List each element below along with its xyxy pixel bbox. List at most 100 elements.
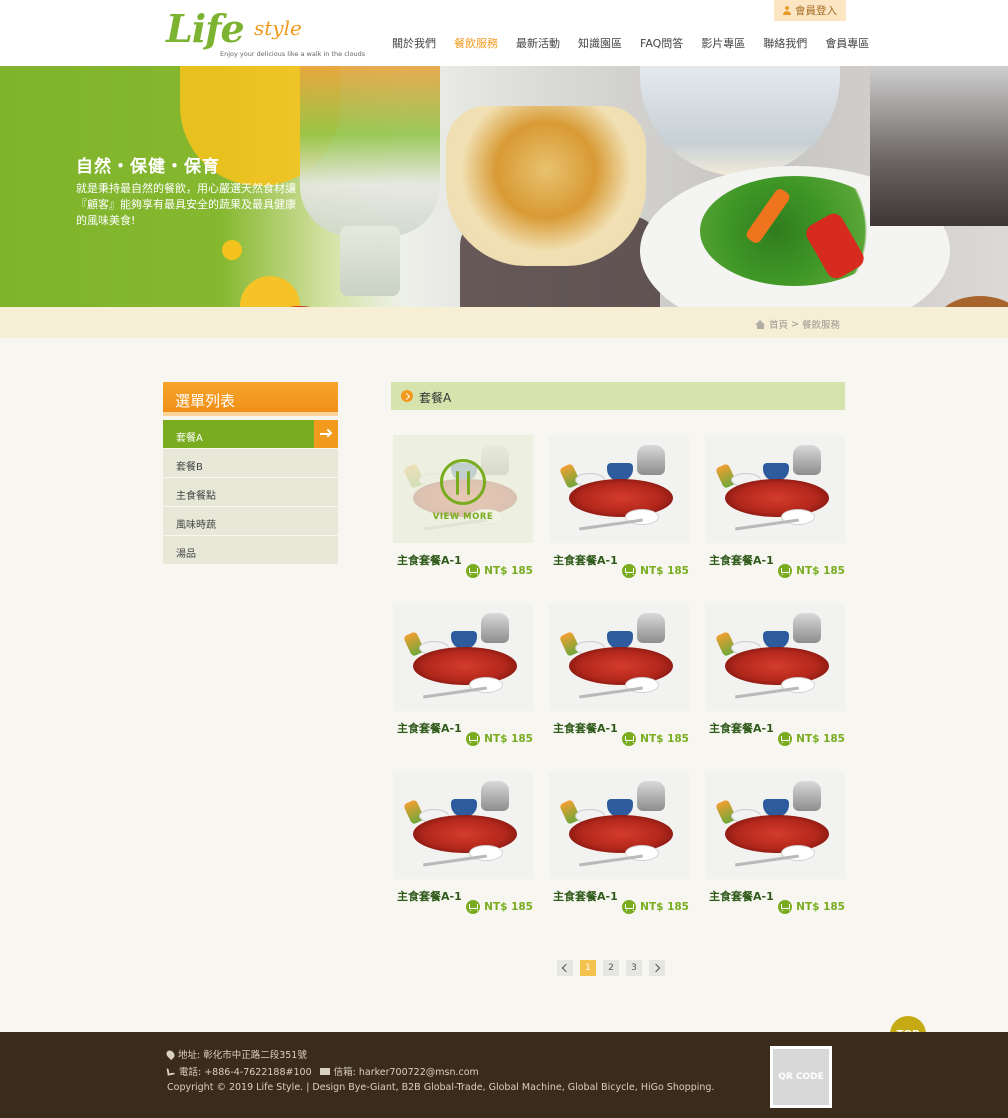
product-image[interactable] <box>393 603 533 711</box>
food-tray <box>413 647 517 685</box>
sidebar-item-set-b[interactable]: 套餐B <box>163 449 338 477</box>
banner-title: 自然・保健・保育 <box>76 157 220 177</box>
product-price: NT$ 185 <box>778 900 845 914</box>
sidebar-title: 選單列表 <box>163 382 338 416</box>
sidebar-item-main-dishes[interactable]: 主食餐點 <box>163 478 338 506</box>
cart-icon[interactable] <box>466 900 481 914</box>
product-name[interactable]: 主食套餐A-1 <box>553 888 618 904</box>
food-teapot <box>793 781 821 811</box>
product-image[interactable] <box>549 435 689 543</box>
nav-item-video[interactable]: 影片專區 <box>701 35 745 51</box>
food-cutlery <box>735 686 799 699</box>
product-card[interactable]: 主食套餐A-1 NT$ 185 <box>549 435 689 585</box>
product-card[interactable]: VIEW MORE 主食套餐A-1 NT$ 185 <box>393 435 533 585</box>
qr-code-placeholder: QR CODE <box>773 1049 829 1105</box>
product-image[interactable] <box>549 771 689 879</box>
product-price-value: NT$ 185 <box>796 733 845 745</box>
cart-icon[interactable] <box>466 564 481 578</box>
breadcrumb-bar: 首頁 > 餐飲服務 <box>0 307 1008 338</box>
product-image[interactable] <box>705 771 845 879</box>
product-name[interactable]: 主食套餐A-1 <box>553 552 618 568</box>
cart-icon[interactable] <box>778 900 793 914</box>
sidebar-item-vegetables[interactable]: 風味時蔬 <box>163 507 338 535</box>
product-image[interactable] <box>549 603 689 711</box>
product-image[interactable] <box>393 771 533 879</box>
nav-item-faq[interactable]: FAQ問答 <box>640 35 683 51</box>
product-image[interactable] <box>705 435 845 543</box>
footer-address-text: 地址: 彰化市中正路二段351號 <box>178 1050 307 1061</box>
logo-sub-text: style <box>254 16 302 40</box>
site-logo[interactable]: Life style Enjoy your delicious like a w… <box>166 6 365 62</box>
cart-icon[interactable] <box>778 732 793 746</box>
food-teapot <box>481 613 509 643</box>
sidebar-item-label: 主食餐點 <box>176 491 216 502</box>
footer-contact: 電話: +886-4-7622188#100 信箱: harker700722@… <box>166 1064 479 1078</box>
member-login-button[interactable]: 會員登入 <box>774 0 846 21</box>
cart-icon[interactable] <box>622 564 637 578</box>
food-cutlery <box>579 854 643 867</box>
sidebar-item-set-a[interactable]: 套餐A <box>163 420 338 448</box>
cutlery-icon <box>440 459 486 505</box>
product-price: NT$ 185 <box>622 900 689 914</box>
nav-item-member[interactable]: 會員專區 <box>825 35 869 51</box>
product-card[interactable]: 主食套餐A-1 NT$ 185 <box>549 603 689 753</box>
banner-decor-circle-bottom <box>240 276 300 307</box>
product-name[interactable]: 主食套餐A-1 <box>397 720 462 736</box>
food-tray <box>725 479 829 517</box>
product-image[interactable]: VIEW MORE <box>393 435 533 543</box>
view-more-label[interactable]: VIEW MORE <box>393 512 533 522</box>
product-name[interactable]: 主食套餐A-1 <box>397 552 462 568</box>
product-card[interactable]: 主食套餐A-1 NT$ 185 <box>549 771 689 921</box>
product-name[interactable]: 主食套餐A-1 <box>709 720 774 736</box>
product-price: NT$ 185 <box>466 900 533 914</box>
product-name[interactable]: 主食套餐A-1 <box>397 888 462 904</box>
pagination: 1 2 3 <box>557 960 665 976</box>
pagination-page-3[interactable]: 3 <box>626 960 642 976</box>
food-tray <box>725 647 829 685</box>
product-price-value: NT$ 185 <box>484 901 533 913</box>
product-card[interactable]: 主食套餐A-1 NT$ 185 <box>393 603 533 753</box>
product-name[interactable]: 主食套餐A-1 <box>709 888 774 904</box>
product-card[interactable]: 主食套餐A-1 NT$ 185 <box>393 771 533 921</box>
nav-item-knowledge[interactable]: 知識園區 <box>578 35 622 51</box>
product-card[interactable]: 主食套餐A-1 NT$ 185 <box>705 603 845 753</box>
nav-item-news[interactable]: 最新活動 <box>516 35 560 51</box>
product-price-value: NT$ 185 <box>796 901 845 913</box>
pagination-prev-button[interactable] <box>557 960 573 976</box>
cart-icon[interactable] <box>622 900 637 914</box>
nav-item-about[interactable]: 關於我們 <box>392 35 436 51</box>
footer-address: 地址: 彰化市中正路二段351號 <box>164 1047 307 1061</box>
pagination-next-button[interactable] <box>649 960 665 976</box>
sidebar-item-soups[interactable]: 湯品 <box>163 536 338 564</box>
arrow-right-icon <box>320 433 331 435</box>
product-name[interactable]: 主食套餐A-1 <box>709 552 774 568</box>
product-image[interactable] <box>705 603 845 711</box>
product-card[interactable]: 主食套餐A-1 NT$ 185 <box>705 435 845 585</box>
sidebar-menu: 套餐A 套餐B 主食餐點 風味時蔬 湯品 <box>163 420 338 565</box>
cart-icon[interactable] <box>466 732 481 746</box>
cart-icon[interactable] <box>622 732 637 746</box>
sidebar-item-label: 湯品 <box>176 549 196 560</box>
chevron-right-icon <box>651 963 661 973</box>
banner-decor-dot <box>222 240 242 260</box>
pagination-page-1[interactable]: 1 <box>580 960 596 976</box>
banner-salad-glass <box>300 66 440 236</box>
nav-item-dining[interactable]: 餐飲服務 <box>454 35 498 51</box>
cart-icon[interactable] <box>778 564 793 578</box>
sidebar-item-label: 風味時蔬 <box>176 520 216 531</box>
food-tray <box>569 815 673 853</box>
product-name[interactable]: 主食套餐A-1 <box>553 720 618 736</box>
footer-phone-text: 電話: +886-4-7622188#100 <box>179 1067 312 1078</box>
member-login-label: 會員登入 <box>795 5 837 17</box>
breadcrumb-home[interactable]: 首頁 <box>769 317 788 331</box>
user-icon <box>783 6 791 15</box>
circle-arrow-icon <box>401 390 413 402</box>
sidebar-item-label: 套餐A <box>176 433 203 444</box>
main-nav: 關於我們 餐飲服務 最新活動 知識園區 FAQ問答 影片專區 聯絡我們 會員專區 <box>392 35 887 51</box>
home-icon <box>755 319 766 329</box>
pagination-page-2[interactable]: 2 <box>603 960 619 976</box>
product-card[interactable]: 主食套餐A-1 NT$ 185 <box>705 771 845 921</box>
footer-email-text[interactable]: 信箱: harker700722@msn.com <box>334 1064 479 1078</box>
banner-pot <box>870 66 1008 226</box>
nav-item-contact[interactable]: 聯絡我們 <box>763 35 807 51</box>
